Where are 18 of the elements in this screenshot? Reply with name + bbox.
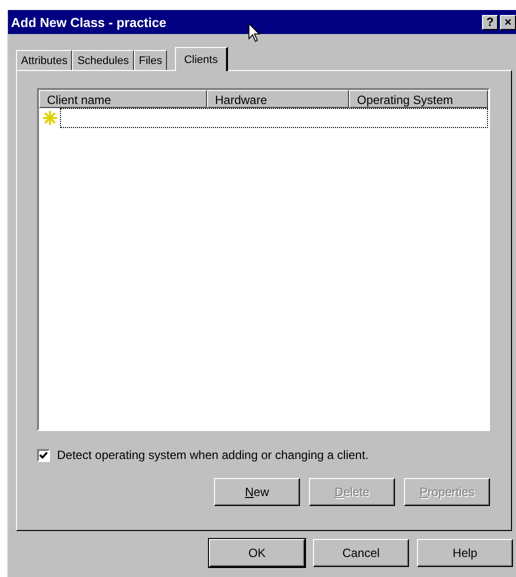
action-button[interactable]: New	[214, 478, 300, 506]
column-header[interactable]: Operating System	[349, 90, 488, 108]
help-button[interactable]: ?	[482, 14, 498, 30]
checkbox-label[interactable]: Detect operating system when adding or changing a client.	[57, 448, 369, 462]
sparkle-icon	[42, 110, 58, 126]
checkbox[interactable]	[37, 448, 50, 462]
tab[interactable]: Schedules	[72, 50, 134, 70]
dialog-button[interactable]: OK	[209, 539, 305, 567]
dialog-button[interactable]: Help	[417, 539, 513, 567]
tab[interactable]: Files	[134, 50, 168, 70]
tab[interactable]: Attributes	[16, 50, 72, 70]
column-header[interactable]: Hardware	[207, 90, 349, 108]
dialog-button[interactable]: Cancel	[313, 539, 409, 567]
close-button[interactable]: ×	[500, 14, 516, 30]
window-title: Add New Class - practice	[11, 14, 166, 30]
tab[interactable]: Clients	[175, 47, 228, 71]
column-header[interactable]: Client name	[39, 90, 207, 108]
pointer-icon	[248, 22, 261, 44]
